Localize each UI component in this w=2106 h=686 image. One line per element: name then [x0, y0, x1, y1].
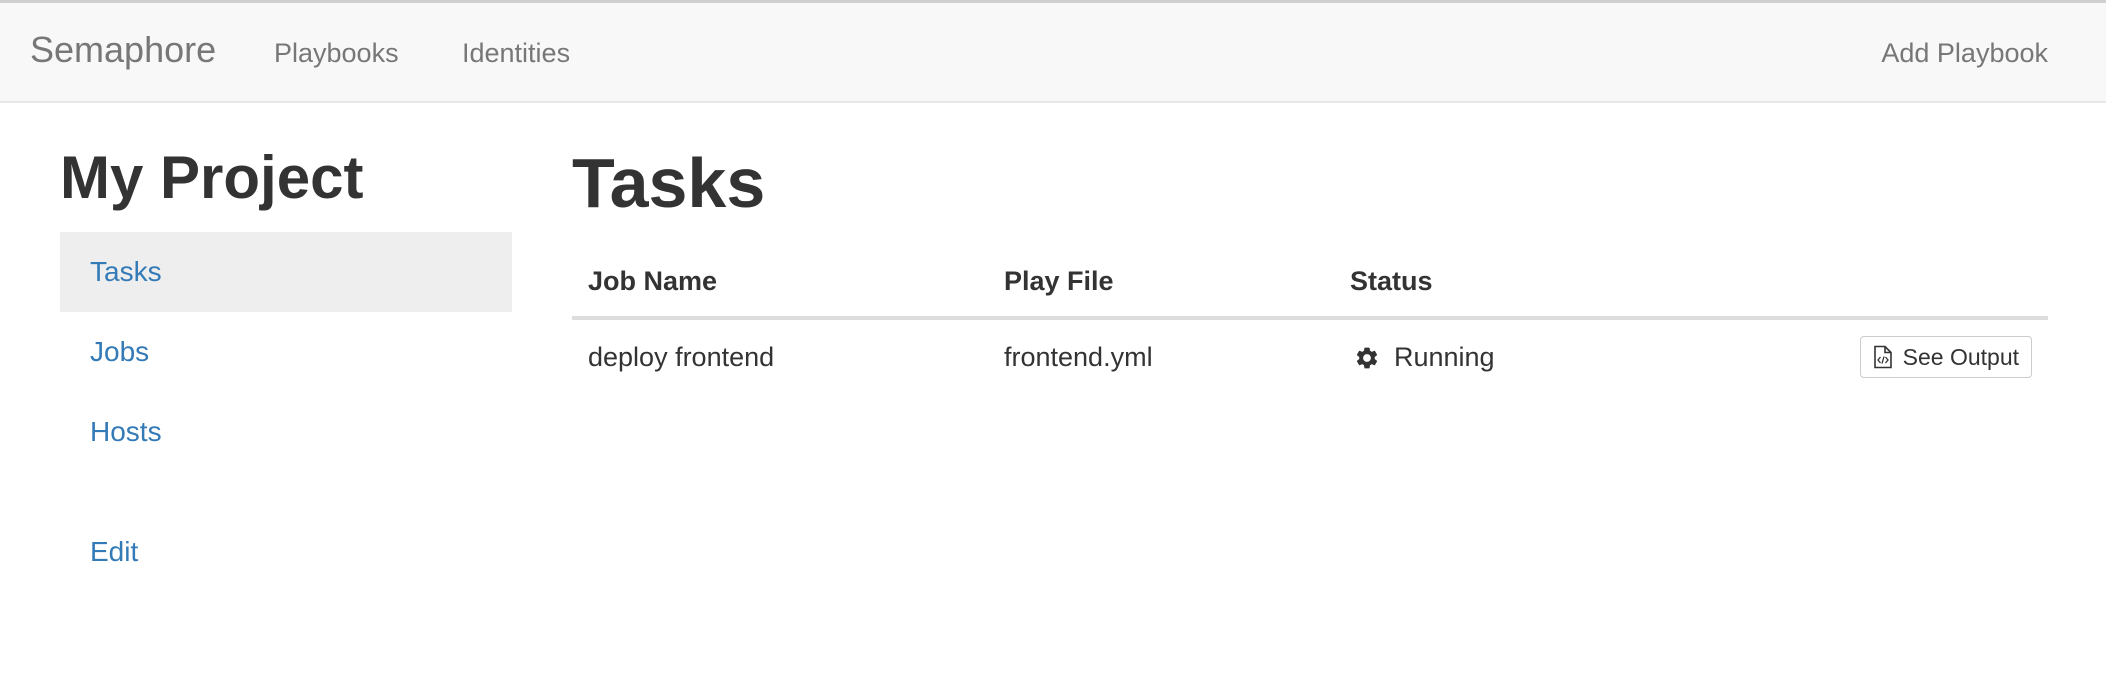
- table-header-divider: [572, 316, 2048, 320]
- gear-icon: [1356, 347, 1378, 368]
- add-playbook-link[interactable]: Add Playbook: [1881, 38, 2048, 69]
- column-header-status: Status: [1350, 266, 1433, 296]
- sidebar-item-edit[interactable]: Edit: [60, 512, 512, 592]
- status-cell: Running: [1354, 342, 1495, 373]
- column-header-play-file: Play File: [1004, 266, 1114, 296]
- project-title: My Project: [60, 144, 364, 211]
- status-text: Running: [1394, 342, 1495, 372]
- see-output-label: See Output: [1902, 343, 2019, 370]
- see-output-button[interactable]: See Output: [1859, 336, 2032, 378]
- file-code-icon: [1873, 345, 1892, 369]
- nav-identities-link[interactable]: Identities: [462, 38, 570, 69]
- nav-playbooks-link[interactable]: Playbooks: [274, 38, 399, 69]
- sidebar-item-jobs[interactable]: Jobs: [60, 312, 512, 392]
- job-name-cell: deploy frontend: [588, 342, 775, 372]
- brand-link[interactable]: Semaphore: [30, 29, 216, 71]
- column-header-job-name: Job Name: [588, 266, 718, 296]
- sidebar-item-hosts[interactable]: Hosts: [60, 392, 512, 472]
- navbar: Semaphore Playbooks Identities Add Playb…: [0, 0, 2106, 103]
- sidebar-item-tasks[interactable]: Tasks: [60, 232, 512, 312]
- page-title: Tasks: [572, 144, 766, 222]
- play-file-cell: frontend.yml: [1004, 342, 1153, 372]
